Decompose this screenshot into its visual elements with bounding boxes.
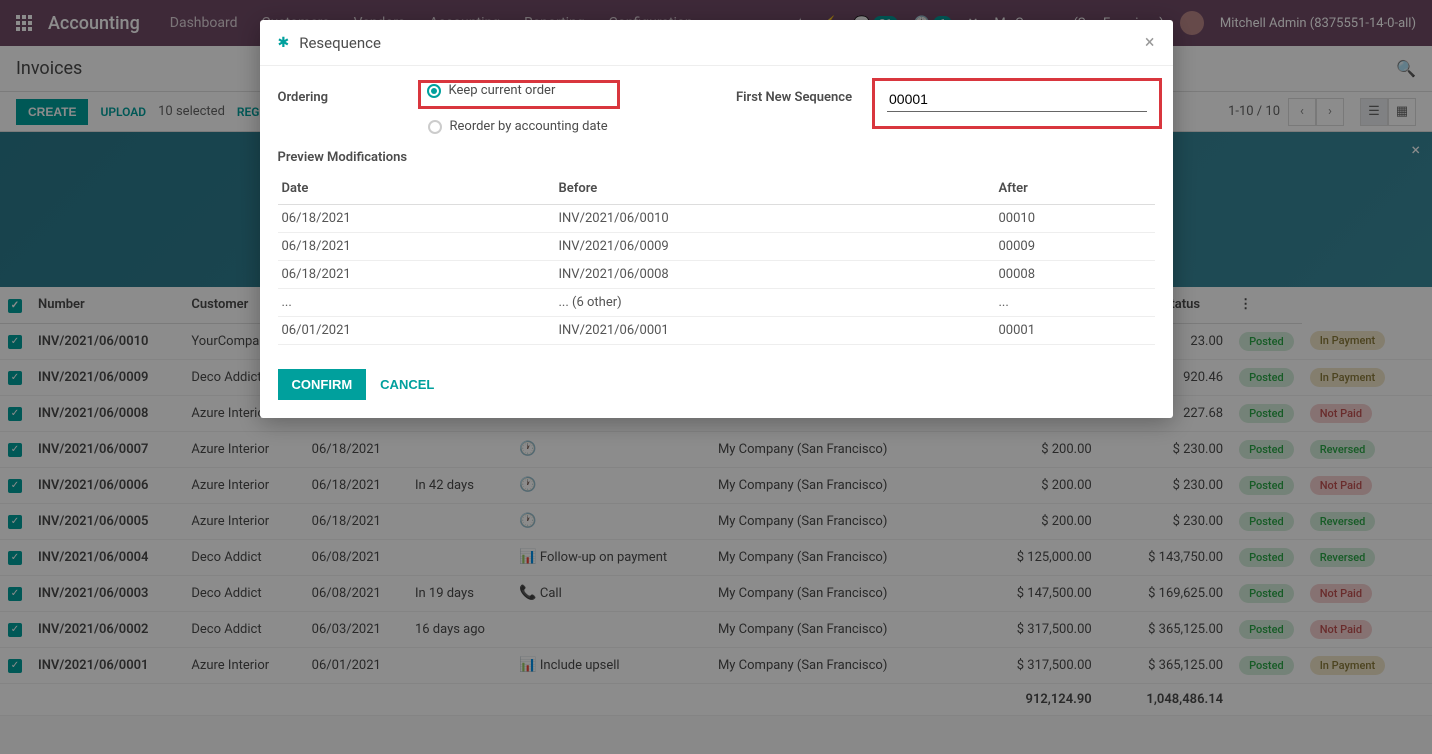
confirm-button[interactable]: CONFIRM [278,369,367,400]
ordering-label: Ordering [278,86,398,105]
radio-keep-order[interactable]: Keep current order [427,83,607,98]
preview-col-after: After [995,173,1155,205]
modal-overlay: ✱ Resequence × Ordering Keep current ord… [0,0,1432,754]
close-icon[interactable]: × [1145,32,1155,53]
resequence-modal: ✱ Resequence × Ordering Keep current ord… [260,20,1173,418]
preview-col-date: Date [278,173,555,205]
bug-icon: ✱ [278,35,290,51]
preview-row: 06/18/2021INV/2021/06/001000010 [278,205,1155,233]
preview-row: 06/18/2021INV/2021/06/000900009 [278,233,1155,261]
sequence-label: First New Sequence [736,86,856,105]
preview-label: Preview Modifications [278,150,1155,165]
preview-col-before: Before [555,173,995,205]
radio-reorder-date[interactable]: Reorder by accounting date [428,119,608,134]
sequence-input[interactable] [887,87,1147,112]
preview-row: ...... (6 other)... [278,289,1155,317]
preview-row: 06/01/2021INV/2021/06/000100001 [278,317,1155,345]
radio-icon [428,120,442,134]
cancel-button[interactable]: CANCEL [380,369,434,400]
preview-row: 06/18/2021INV/2021/06/000800008 [278,261,1155,289]
preview-table: Date Before After 06/18/2021INV/2021/06/… [278,173,1155,345]
radio-icon [427,84,441,98]
modal-title: Resequence [299,34,381,52]
